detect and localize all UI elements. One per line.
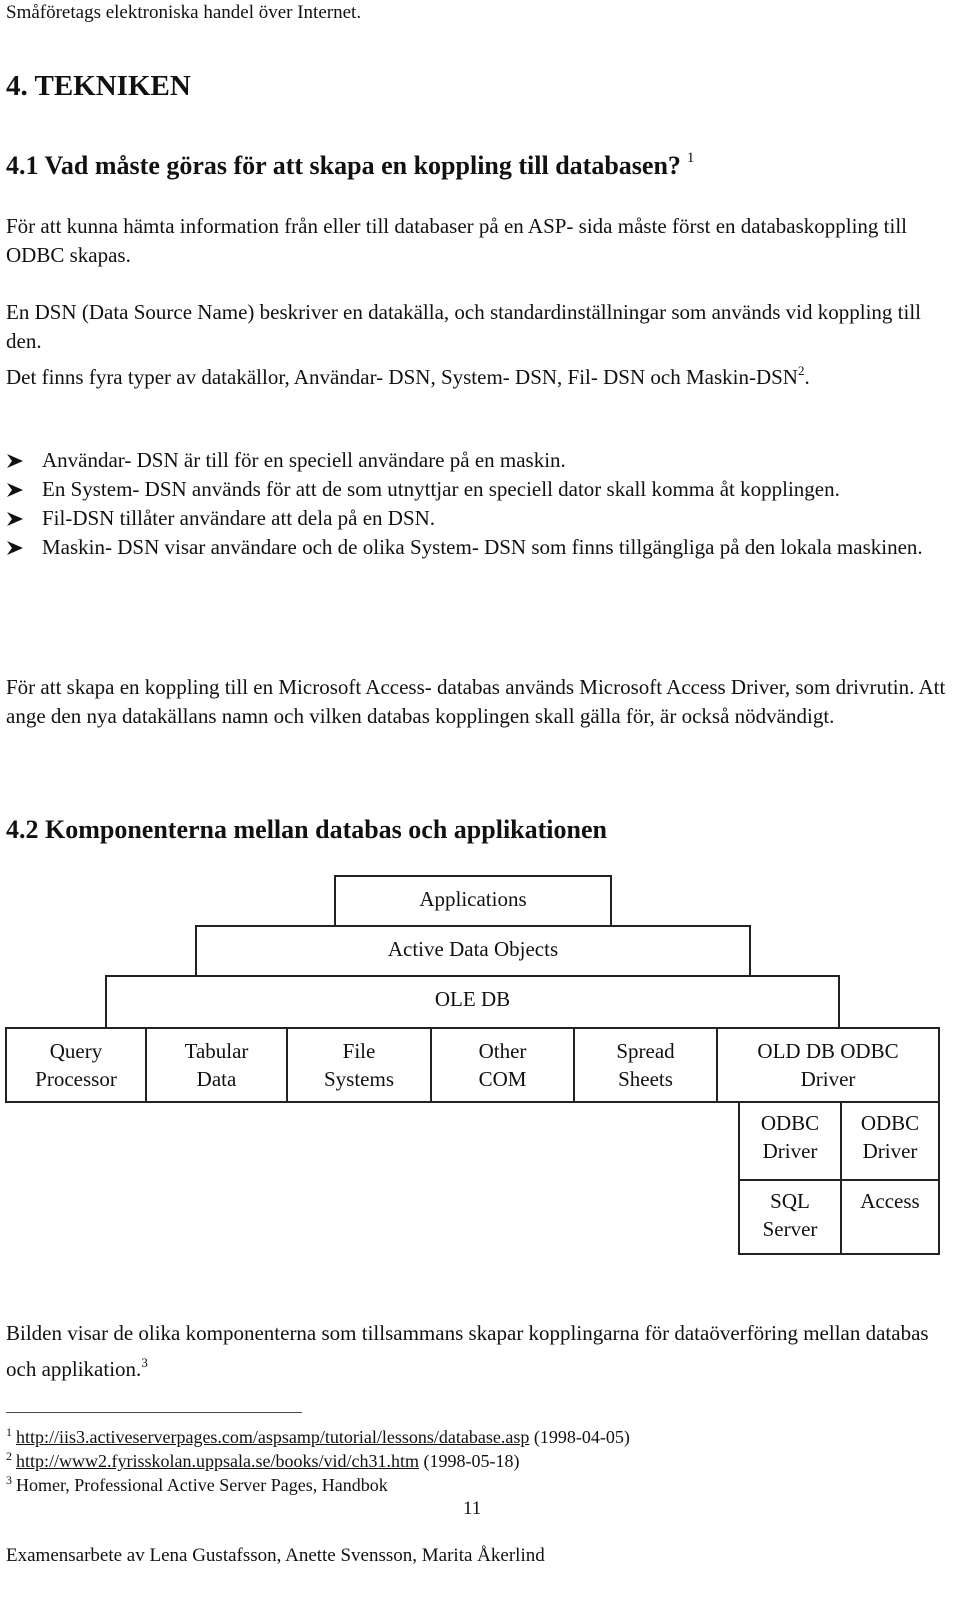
page-number: 11 bbox=[463, 1498, 482, 1519]
box-other-com: Other COM bbox=[430, 1027, 575, 1103]
list-item-text: Användar- DSN är till för en speciell an… bbox=[42, 448, 566, 472]
box-spread-sheets: Spread Sheets bbox=[573, 1027, 718, 1103]
period: . bbox=[804, 365, 810, 389]
paragraph-dsn: En DSN (Data Source Name) beskriver en d… bbox=[6, 298, 951, 392]
section-heading-4-1: 4.1 Vad måste göras för att skapa en kop… bbox=[6, 150, 694, 181]
arrowhead-bullet-icon bbox=[7, 483, 23, 497]
paragraph-odbc: För att kunna hämta information från ell… bbox=[6, 214, 908, 267]
footnote-number: 2 bbox=[6, 1449, 12, 1463]
list-item-text: En System- DSN används för att de som ut… bbox=[42, 477, 840, 501]
diagram-caption: Bilden visar de olika komponenterna som … bbox=[6, 1319, 951, 1384]
list-item-text: Maskin- DSN visar användare och de olika… bbox=[42, 535, 923, 559]
paragraph-dsn-line-2: Det finns fyra typer av datakällor, Anvä… bbox=[6, 356, 951, 392]
footnote-link[interactable]: http://iis3.activeserverpages.com/aspsam… bbox=[16, 1427, 529, 1447]
footnote-2: 2 http://www2.fyrisskolan.uppsala.se/book… bbox=[6, 1449, 519, 1472]
box-sql-server: SQL Server bbox=[738, 1179, 842, 1255]
box-query-processor: Query Processor bbox=[5, 1027, 147, 1103]
chapter-heading: 4. TEKNIKEN bbox=[6, 70, 191, 102]
footnote-link[interactable]: http://www2.fyrisskolan.uppsala.se/books… bbox=[16, 1451, 419, 1471]
box-tabular-data: Tabular Data bbox=[145, 1027, 288, 1103]
footnote-ref[interactable]: 1 bbox=[687, 150, 695, 166]
footnote-number: 1 bbox=[6, 1425, 12, 1439]
box-odbc-driver-sql: ODBC Driver bbox=[738, 1101, 842, 1181]
list-item: En System- DSN används för att de som ut… bbox=[6, 475, 951, 504]
footnote-text: Homer, Professional Active Server Pages,… bbox=[16, 1475, 388, 1495]
list-item: Maskin- DSN visar användare och de olika… bbox=[6, 533, 951, 562]
running-head: Småföretags elektroniska handel över Int… bbox=[6, 2, 362, 23]
box-odbc-driver-access: ODBC Driver bbox=[840, 1101, 940, 1181]
paragraph-access-driver: För att skapa en koppling till en Micros… bbox=[6, 675, 946, 728]
box-applications: Applications bbox=[334, 875, 612, 927]
arrowhead-bullet-icon bbox=[7, 541, 23, 555]
caption-text: Bilden visar de olika komponenterna som … bbox=[6, 1321, 929, 1381]
box-access: Access bbox=[840, 1179, 940, 1255]
footnote-number: 3 bbox=[6, 1473, 12, 1487]
list-item: Användar- DSN är till för en speciell an… bbox=[6, 446, 951, 475]
box-active-data-objects: Active Data Objects bbox=[195, 925, 751, 977]
list-item-text: Fil-DSN tillåter användare att dela på e… bbox=[42, 506, 436, 530]
box-oledb-odbc-driver: OLD DB ODBC Driver bbox=[716, 1027, 940, 1103]
footnote-3: 3 Homer, Professional Active Server Pages… bbox=[6, 1473, 388, 1496]
dsn-types-list: Användar- DSN är till för en speciell an… bbox=[6, 446, 951, 562]
footnote-date: (1998-04-05) bbox=[529, 1427, 630, 1447]
footnote-date: (1998-05-18) bbox=[418, 1451, 520, 1471]
footnote-1: 1 http://iis3.activeserverpages.com/aspsa… bbox=[6, 1425, 630, 1448]
section-heading-4-2: 4.2 Komponenterna mellan databas och app… bbox=[6, 815, 607, 844]
page-footer: Examensarbete av Lena Gustafsson, Anette… bbox=[6, 1545, 545, 1566]
arrowhead-bullet-icon bbox=[7, 454, 23, 468]
footnote-divider bbox=[6, 1412, 302, 1413]
paragraph-dsn-line-1: En DSN (Data Source Name) beskriver en d… bbox=[6, 300, 922, 353]
list-item: Fil-DSN tillåter användare att dela på e… bbox=[6, 504, 951, 533]
section-heading-text: 4.1 Vad måste göras för att skapa en kop… bbox=[6, 151, 681, 180]
box-ole-db: OLE DB bbox=[105, 975, 840, 1029]
paragraph-dsn-text: Det finns fyra typer av datakällor, Anvä… bbox=[6, 365, 798, 389]
footnote-ref[interactable]: 3 bbox=[141, 1355, 148, 1370]
arrowhead-bullet-icon bbox=[7, 512, 23, 526]
box-file-systems: File Systems bbox=[286, 1027, 432, 1103]
